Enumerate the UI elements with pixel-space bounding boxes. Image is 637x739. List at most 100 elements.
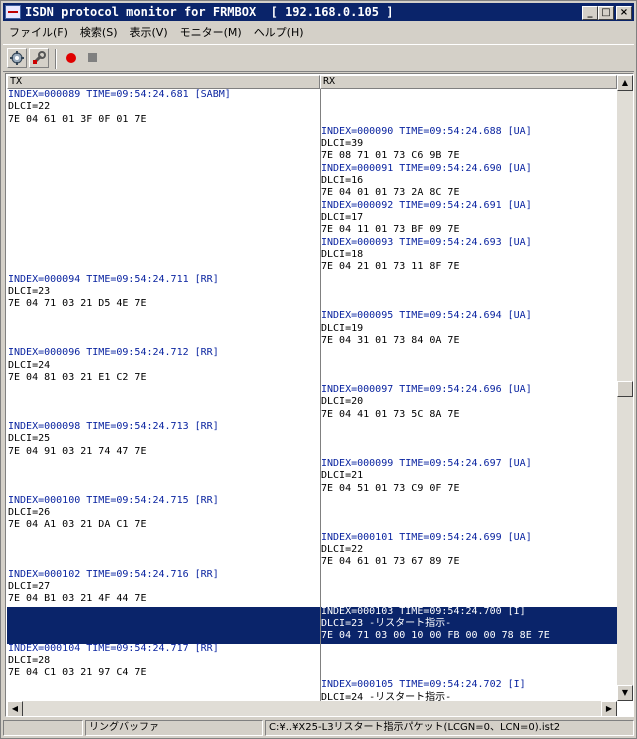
vertical-scrollbar[interactable]: ▲ ▼ [617,75,633,701]
log-entry-dlci: DLCI=24 [8,359,51,371]
log-entry-dlci: DLCI=20 [321,396,364,408]
settings-button[interactable] [7,48,27,68]
log-entry[interactable]: INDEX=000096 TIME=09:54:24.712 [RR] DLCI=… [8,347,219,384]
log-entry[interactable]: INDEX=000097 TIME=09:54:24.696 [UA] DLCI=… [321,384,532,421]
log-entry-header: INDEX=000103 TIME=09:54:24.700 [I] [321,605,526,617]
menu-bar: ファイル(F) 検索(S) 表示(V) モニター(M) ヘルプ(H) [3,22,634,41]
log-entry-bytes: 7E 04 51 01 73 C9 0F 7E [321,482,460,494]
log-entry-bytes: 7E 04 31 01 73 84 0A 7E [321,334,460,346]
log-entry-bytes: 7E 04 01 01 73 2A 8C 7E [321,187,460,199]
menu-view[interactable]: 表示(V) [124,24,174,40]
scroll-left-button[interactable]: ◀ [7,701,23,716]
log-entry-header: INDEX=000101 TIME=09:54:24.699 [UA] [321,531,532,543]
log-entry-header: INDEX=000092 TIME=09:54:24.691 [UA] [321,199,532,211]
log-entry-header: INDEX=000095 TIME=09:54:24.694 [UA] [321,310,532,322]
log-entry-dlci: DLCI=19 [321,322,364,334]
scroll-thumb[interactable] [617,381,633,397]
horizontal-scrollbar[interactable]: ◀ ▶ [7,701,617,716]
log-entry[interactable]: INDEX=000099 TIME=09:54:24.697 [UA] DLCI=… [321,458,532,495]
log-entry-bytes: 7E 04 A1 03 21 DA C1 7E [8,519,147,531]
log-entry-header: INDEX=000097 TIME=09:54:24.696 [UA] [321,384,532,396]
log-entry[interactable]: INDEX=000089 TIME=09:54:24.681 [SABM] DLC… [8,89,231,126]
log-entry[interactable]: INDEX=000098 TIME=09:54:24.713 [RR] DLCI=… [8,421,219,458]
window-title: ISDN protocol monitor for FRMBOX [ 192.1… [25,5,394,19]
log-entry[interactable]: INDEX=000094 TIME=09:54:24.711 [RR] DLCI=… [8,274,219,311]
log-entry-header: INDEX=000093 TIME=09:54:24.693 [UA] [321,236,532,248]
close-button[interactable]: × [616,6,632,20]
log-entry-dlci: DLCI=22 [321,544,364,556]
log-entry-bytes: 7E 04 B1 03 21 4F 44 7E [8,593,147,605]
log-entry-bytes: 7E 04 41 01 73 5C 8A 7E [321,408,460,420]
log-entry-header: INDEX=000099 TIME=09:54:24.697 [UA] [321,458,532,469]
log-entry-header: INDEX=000091 TIME=09:54:24.690 [UA] [321,162,532,174]
log-entry[interactable]: INDEX=000091 TIME=09:54:24.690 [UA] DLCI=… [321,163,532,200]
log-entry-header: INDEX=000096 TIME=09:54:24.712 [RR] [8,347,219,359]
log-entry-dlci: DLCI=18 [321,248,364,260]
log-entry[interactable]: INDEX=000102 TIME=09:54:24.716 [RR] DLCI=… [8,569,219,606]
status-panel-file: C:¥..¥X25-L3リスタート指示パケット(LCGN=0、LCN=0).is… [265,720,634,736]
column-header-rx[interactable]: RX [320,75,617,89]
menu-monitor[interactable]: モニター(M) [174,24,248,40]
log-entry-dlci: DLCI=23 -リスタート指示- [321,617,452,629]
stop-button[interactable] [83,48,103,68]
log-entry-bytes: 7E 04 61 01 73 67 89 7E [321,556,460,568]
log-entry-dlci: DLCI=24 -リスタート指示- [321,691,452,701]
log-entry-bytes: 7E 04 71 03 21 D5 4E 7E [8,298,147,310]
record-icon [66,53,76,63]
stop-icon [88,53,97,62]
log-entry-header: INDEX=000100 TIME=09:54:24.715 [RR] [8,494,219,506]
toolbar [3,44,634,72]
tools-button[interactable] [29,48,49,68]
maximize-button[interactable]: □ [598,6,614,20]
record-button[interactable] [61,48,81,68]
log-entry-bytes: 7E 04 91 03 21 74 47 7E [8,445,147,457]
log-entry-header: INDEX=000105 TIME=09:54:24.702 [I] [321,679,526,691]
log-entry[interactable]: INDEX=000104 TIME=09:54:24.717 [RR] DLCI=… [8,643,219,680]
log-entry-dlci: DLCI=28 [8,654,51,666]
scroll-down-button[interactable]: ▼ [617,685,633,701]
packet-log[interactable]: INDEX=000089 TIME=09:54:24.681 [SABM] DLC… [7,89,617,701]
log-entry[interactable]: INDEX=000100 TIME=09:54:24.715 [RR] DLCI=… [8,495,219,532]
log-entry[interactable]: INDEX=000103 TIME=09:54:24.700 [I] DLCI=2… [321,606,550,643]
log-entry-bytes: 7E 04 21 01 73 11 8F 7E [321,261,460,273]
log-entry-bytes: 7E 04 81 03 21 E1 C2 7E [8,371,147,383]
wrench-icon [32,51,46,65]
log-entry[interactable]: INDEX=000105 TIME=09:54:24.702 [I] DLCI=2… [321,679,526,701]
status-panel-mode: リングバッファ [85,720,263,736]
scroll-right-button[interactable]: ▶ [601,701,617,716]
scroll-up-button[interactable]: ▲ [617,75,633,91]
log-entry-header: INDEX=000104 TIME=09:54:24.717 [RR] [8,642,219,654]
log-entry-dlci: DLCI=21 [321,470,364,482]
log-entry-bytes: 7E 04 61 01 3F 0F 01 7E [8,113,147,125]
status-panel-1 [3,720,83,736]
log-entry-header: INDEX=000094 TIME=09:54:24.711 [RR] [8,273,219,285]
log-entry[interactable]: INDEX=000093 TIME=09:54:24.693 [UA] DLCI=… [321,237,532,274]
menu-search[interactable]: 検索(S) [74,24,124,40]
log-entry[interactable]: INDEX=000092 TIME=09:54:24.691 [UA] DLCI=… [321,200,532,237]
log-entry-bytes: 7E 04 71 03 00 10 00 FB 00 00 78 8E 7E [321,630,550,642]
app-icon[interactable] [5,5,21,19]
log-entry-dlci: DLCI=39 [321,138,364,150]
settings-icon [10,51,24,65]
log-entry-bytes: 7E 04 11 01 73 BF 09 7E [321,224,460,236]
log-entry-dlci: DLCI=17 [321,211,364,223]
log-entry-dlci: DLCI=26 [8,507,51,519]
column-header-tx[interactable]: TX [7,75,320,89]
monitor-pane: TX RX INDEX=000089 TIME=09:54:24.681 [SA… [5,73,634,717]
status-bar: リングバッファ C:¥..¥X25-L3リスタート指示パケット(LCGN=0、L… [3,719,634,737]
app-window: ISDN protocol monitor for FRMBOX [ 192.1… [0,0,637,739]
log-entry-header: INDEX=000098 TIME=09:54:24.713 [RR] [8,421,219,433]
log-entry[interactable]: INDEX=000090 TIME=09:54:24.688 [UA] DLCI=… [321,126,532,163]
log-entry-header: INDEX=000089 TIME=09:54:24.681 [SABM] [8,89,231,100]
menu-file[interactable]: ファイル(F) [3,24,74,40]
log-entry-dlci: DLCI=25 [8,433,51,445]
title-bar[interactable]: ISDN protocol monitor for FRMBOX [ 192.1… [3,3,634,21]
log-entry-dlci: DLCI=27 [8,580,51,592]
log-entry[interactable]: INDEX=000101 TIME=09:54:24.699 [UA] DLCI=… [321,532,532,569]
minimize-button[interactable]: _ [582,6,598,20]
log-entry-dlci: DLCI=22 [8,101,51,113]
log-entry[interactable]: INDEX=000095 TIME=09:54:24.694 [UA] DLCI=… [321,310,532,347]
toolbar-separator [55,49,57,69]
menu-help[interactable]: ヘルプ(H) [248,24,310,40]
log-entry-header: INDEX=000090 TIME=09:54:24.688 [UA] [321,125,532,137]
